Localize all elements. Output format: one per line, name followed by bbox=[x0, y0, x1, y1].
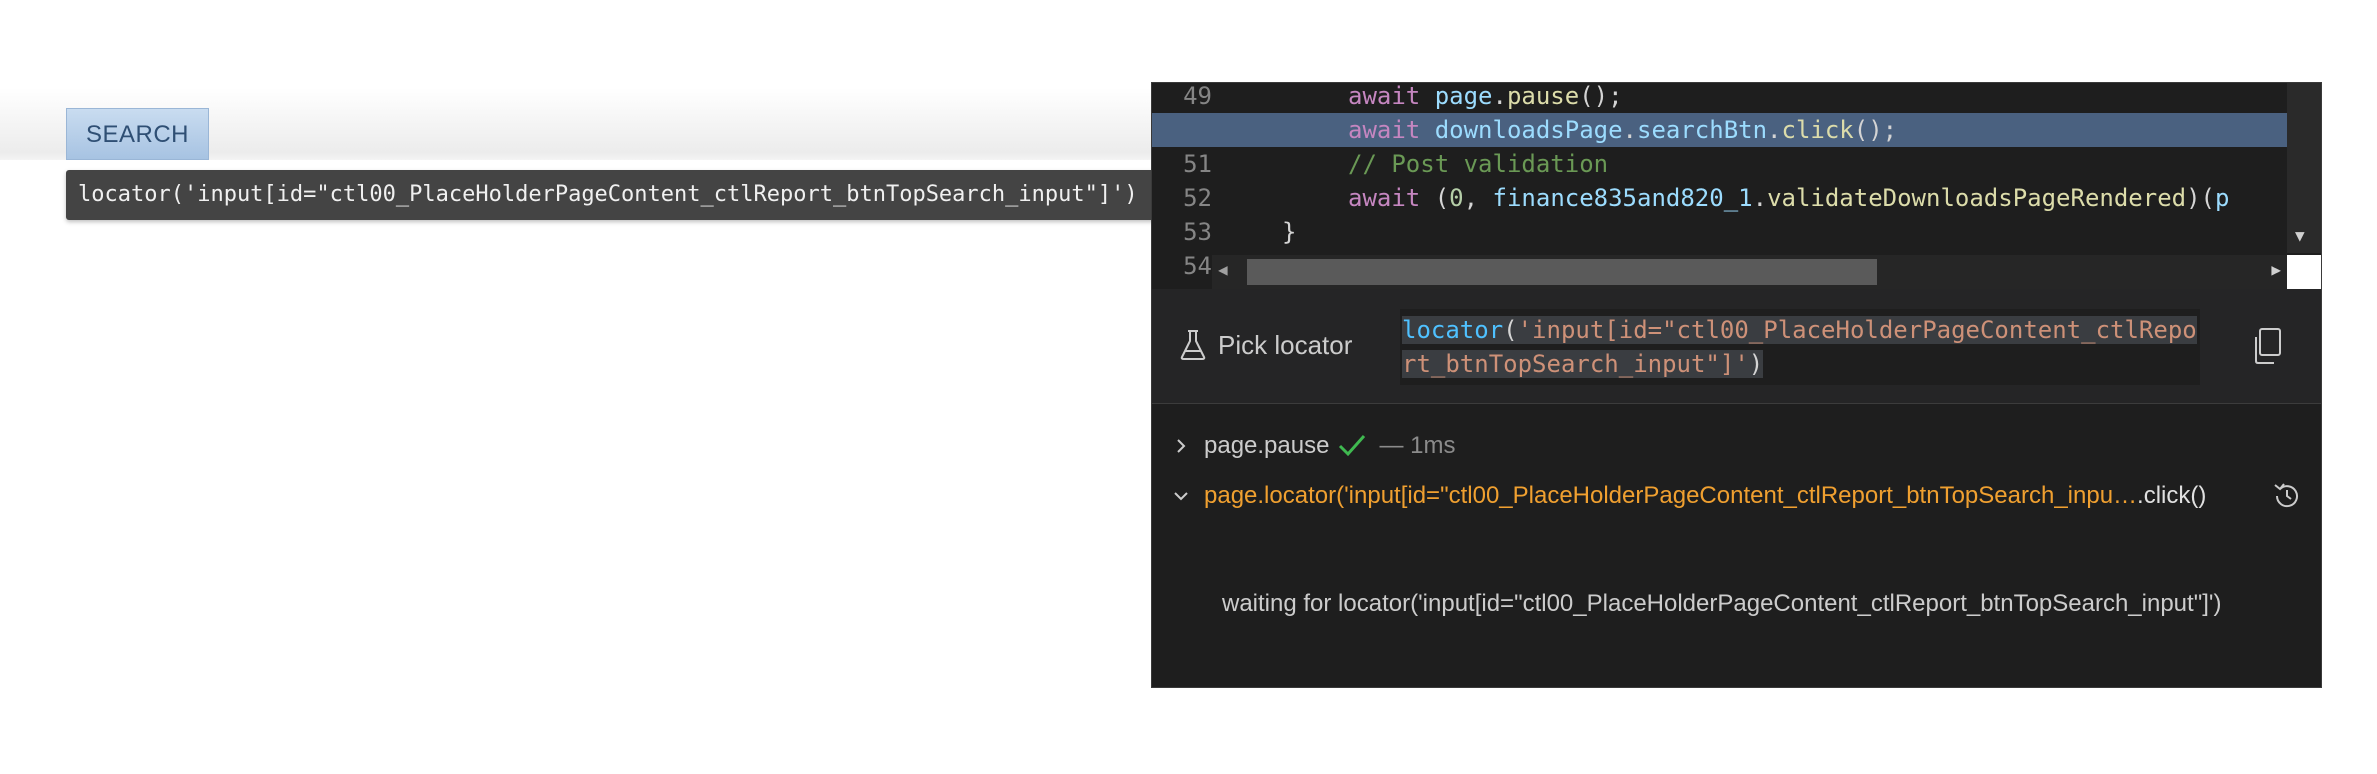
code-token: . bbox=[1492, 83, 1507, 110]
code-token: . bbox=[1767, 116, 1782, 144]
locator-tooltip: locator('input[id="ctl00_PlaceHolderPage… bbox=[66, 170, 1166, 220]
log-entry-page-locator-click[interactable]: page.locator('input[id="ctl00_PlaceHolde… bbox=[1172, 476, 2206, 516]
chevron-down-icon[interactable] bbox=[1172, 487, 1190, 505]
waiting-log-message: waiting for locator('input[id="ctl00_Pla… bbox=[1222, 590, 2222, 617]
locator-close-paren: ) bbox=[1748, 350, 1764, 378]
code-token: pause bbox=[1506, 83, 1580, 110]
code-token: validateDownloadsPageRendered bbox=[1767, 184, 2187, 212]
line-number: 53 bbox=[1183, 218, 1212, 246]
horizontal-scroll-thumb[interactable] bbox=[1247, 259, 1877, 285]
log-entry-suffix: .click() bbox=[2137, 482, 2207, 509]
code-token: // Post validation bbox=[1348, 150, 1609, 178]
locator-string: 'input[id="ctl00_PlaceHolderPageContent_… bbox=[1402, 316, 2197, 378]
log-entry-name: page.pause bbox=[1204, 432, 1330, 459]
pick-locator-label: Pick locator bbox=[1218, 329, 1353, 360]
check-icon bbox=[1339, 435, 1366, 457]
scroll-down-arrow-icon[interactable]: ▼ bbox=[2295, 226, 2305, 245]
code-token: searchBtn bbox=[1637, 116, 1768, 144]
code-token: , bbox=[1463, 184, 1493, 212]
scroll-left-arrow-icon[interactable]: ◀ bbox=[1218, 260, 1228, 279]
line-number: 54 bbox=[1183, 252, 1212, 280]
code-token: p bbox=[2215, 184, 2230, 212]
locator-text: locator('input[id="ctl00_PlaceHolderPage… bbox=[1402, 316, 2197, 378]
call-log: page.pause — 1ms page.locator('input[id=… bbox=[1152, 404, 2321, 687]
code-token: click bbox=[1781, 116, 1854, 144]
chevron-right-icon[interactable] bbox=[1172, 437, 1190, 455]
scrollbar-corner bbox=[2287, 255, 2321, 289]
code-token: page bbox=[1434, 83, 1493, 110]
code-line: await downloadsPage.searchBtn.click(); bbox=[1152, 113, 2287, 147]
locator-input[interactable]: locator('input[id="ctl00_PlaceHolderPage… bbox=[1400, 309, 2200, 385]
log-entry-page-pause[interactable]: page.pause — 1ms bbox=[1172, 426, 1455, 466]
flask-icon bbox=[1180, 330, 1206, 360]
code-token: await bbox=[1348, 83, 1421, 110]
code-token: )( bbox=[2186, 184, 2215, 212]
scroll-right-arrow-icon[interactable]: ▶ bbox=[2271, 260, 2281, 279]
log-entry-duration: — 1ms bbox=[1379, 432, 1456, 459]
line-code: // Post validation bbox=[1348, 147, 1608, 181]
line-number: 51 bbox=[1183, 150, 1212, 178]
line-code: await downloadsPage.searchBtn.click(); bbox=[1348, 113, 1897, 147]
locator-function: locator bbox=[1402, 316, 1504, 344]
line-code: await (0, finance835and820_1.validateDow… bbox=[1348, 181, 2229, 215]
code-line: 49 await page.pause(); bbox=[1152, 83, 2287, 113]
code-token: (); bbox=[1853, 116, 1898, 144]
line-number: 49 bbox=[1183, 83, 1212, 110]
code-line: 53} bbox=[1152, 215, 2287, 249]
code-token: await bbox=[1348, 184, 1421, 212]
line-code: await page.pause(); bbox=[1348, 83, 1623, 113]
code-token: finance835and820_1 bbox=[1492, 184, 1753, 212]
code-token: (); bbox=[1579, 83, 1623, 110]
line-number: 52 bbox=[1183, 184, 1212, 212]
code-token: } bbox=[1282, 218, 1297, 246]
code-token: downloadsPage bbox=[1434, 116, 1623, 144]
code-token: . bbox=[1622, 116, 1637, 144]
code-editor[interactable]: 49 await page.pause(); await downloadsPage… bbox=[1152, 83, 2321, 289]
playwright-inspector: 49 await page.pause(); await downloadsPage… bbox=[1151, 82, 2322, 688]
locator-open-paren: ( bbox=[1503, 316, 1518, 344]
history-icon[interactable] bbox=[2272, 481, 2302, 511]
vertical-scrollbar[interactable]: ▼ bbox=[2287, 83, 2321, 253]
copy-icon[interactable] bbox=[2248, 325, 2288, 369]
code-token: . bbox=[1752, 184, 1768, 212]
code-line: 52 await (0, finance835and820_1.validateD… bbox=[1152, 181, 2287, 215]
code-token: await bbox=[1348, 116, 1421, 144]
code-token: 0 bbox=[1449, 184, 1464, 212]
line-code: } bbox=[1282, 215, 1296, 249]
log-entry-name: page.locator('input[id="ctl00_PlaceHolde… bbox=[1204, 482, 2138, 509]
pick-locator-button[interactable]: Pick locator bbox=[1180, 325, 1352, 365]
locator-toolbar: Pick locator locator('input[id="ctl00_Pl… bbox=[1152, 289, 2321, 404]
horizontal-scrollbar[interactable]: ◀ ▶ bbox=[1212, 255, 2287, 289]
code-line: 51 // Post validation bbox=[1152, 147, 2287, 181]
search-button[interactable]: SEARCH bbox=[66, 108, 209, 160]
code-token: ( bbox=[1420, 184, 1450, 212]
